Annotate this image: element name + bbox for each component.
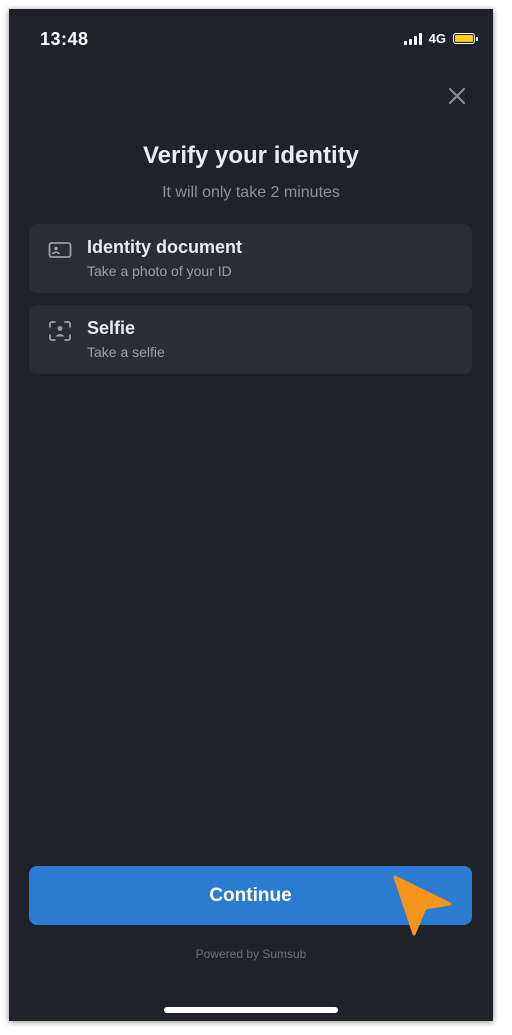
step-description: Take a selfie (87, 344, 165, 360)
network-type: 4G (428, 31, 446, 46)
step-selfie[interactable]: Selfie Take a selfie (29, 305, 472, 374)
continue-button[interactable]: Continue (29, 866, 472, 925)
status-bar: 13:48 4G (9, 9, 493, 69)
close-button[interactable] (444, 83, 470, 109)
phone-screen: 13:48 4G Verify your identity It will on… (9, 9, 493, 1021)
status-indicators: 4G (403, 31, 478, 46)
close-icon (449, 88, 465, 104)
cellular-signal-icon (403, 32, 422, 45)
step-description: Take a photo of your ID (87, 263, 232, 279)
page-title: Verify your identity (142, 142, 360, 169)
battery-fill (455, 35, 473, 42)
powered-by-text: Powered by Sumsub (195, 947, 307, 961)
continue-label: Continue (209, 884, 292, 906)
step-title: Selfie (87, 318, 136, 338)
selfie-icon (49, 321, 71, 341)
step-title: Identity document (87, 237, 243, 257)
id-card-icon (48, 242, 72, 258)
battery-icon (453, 33, 478, 44)
status-time: 13:48 (40, 29, 89, 49)
battery-tip (476, 36, 478, 41)
page-subtitle: It will only take 2 minutes (162, 184, 340, 201)
step-identity-document[interactable]: Identity document Take a photo of your I… (29, 224, 472, 293)
home-indicator[interactable] (164, 1007, 338, 1013)
